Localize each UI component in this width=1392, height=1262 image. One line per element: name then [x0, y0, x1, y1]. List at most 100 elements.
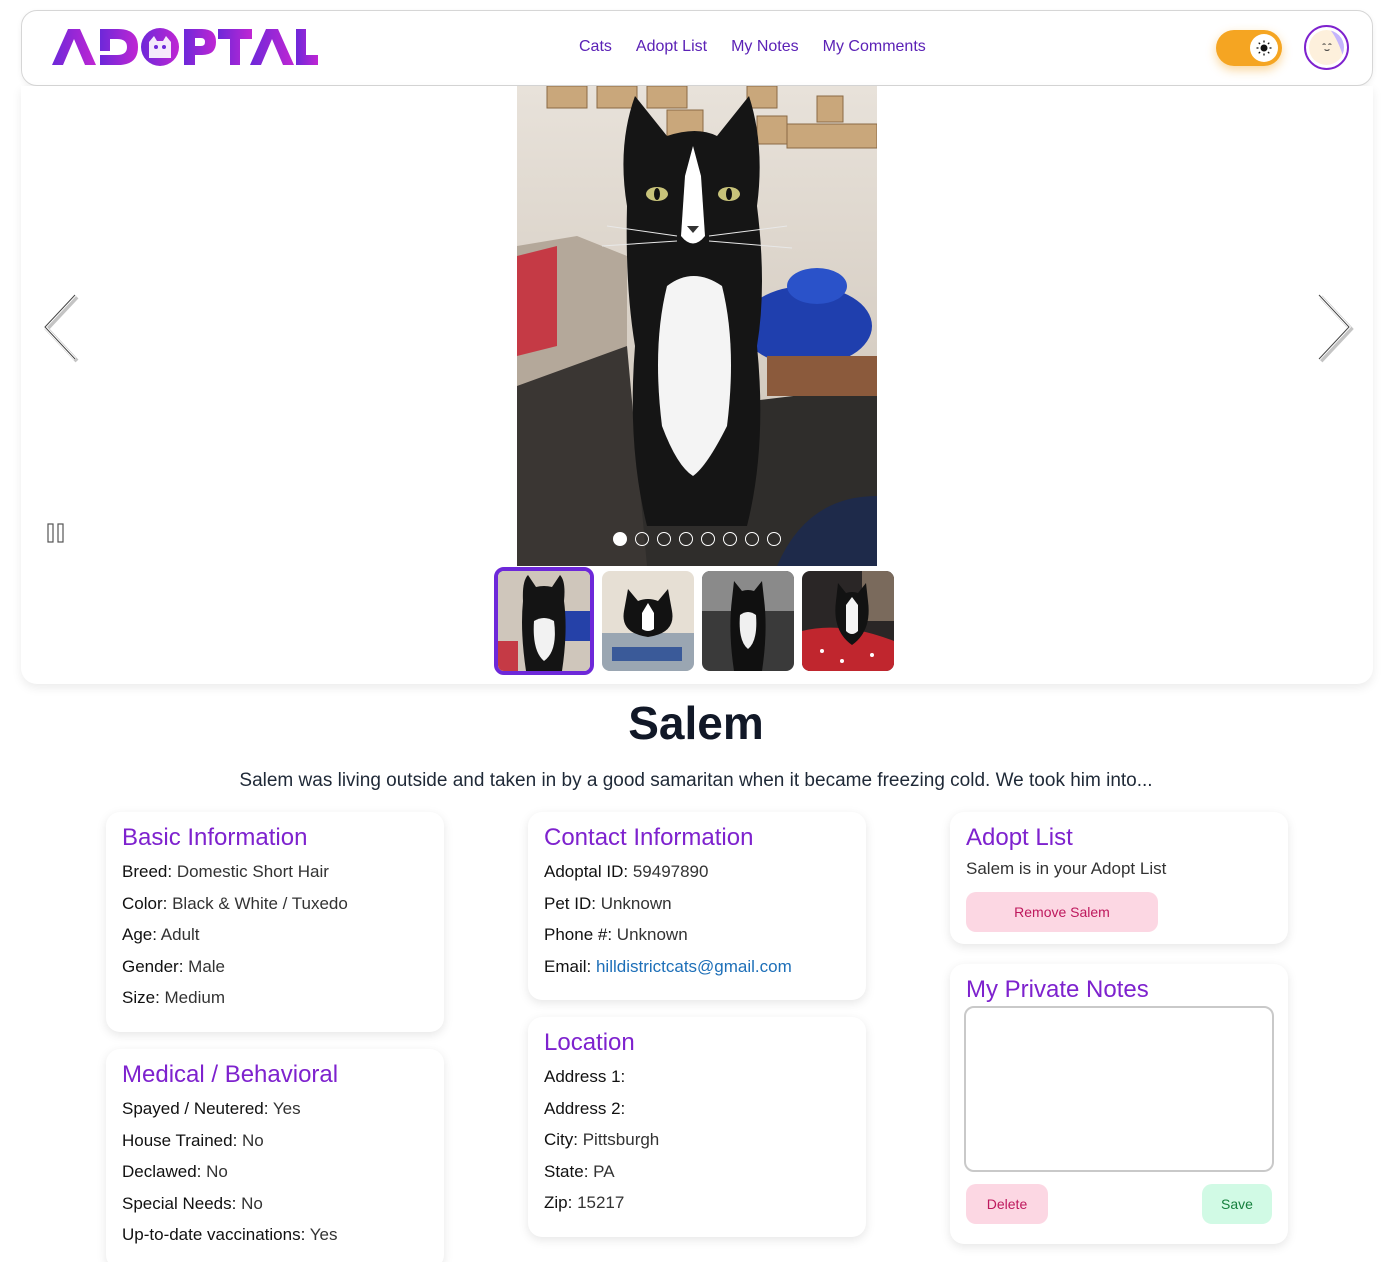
delete-notes-button[interactable]: Delete [966, 1184, 1048, 1224]
row-label: Address 2: [544, 1098, 626, 1118]
info-row-breed: Breed: Domestic Short Hair [122, 856, 428, 888]
carousel-prev-button[interactable] [39, 291, 83, 363]
thumbnail-4[interactable] [802, 571, 894, 671]
card-title: My Private Notes [966, 976, 1149, 1003]
thumbnail-3[interactable] [702, 571, 794, 671]
row-label: House Trained: [122, 1130, 238, 1150]
thumbnail-1[interactable] [494, 567, 594, 675]
sun-icon [1256, 40, 1272, 56]
row-label: Color: [122, 893, 168, 913]
adoptal-logo[interactable] [50, 25, 320, 71]
row-label: Adoptal ID: [544, 862, 629, 881]
row-value: Black & White / Tuxedo [167, 893, 348, 913]
row-label: Email: [544, 956, 592, 976]
carousel-dot[interactable] [723, 532, 737, 546]
carousel-dot[interactable] [679, 532, 693, 546]
info-row-special-needs: Special Needs: No [122, 1188, 428, 1220]
carousel-dot[interactable] [767, 532, 781, 546]
chevron-right-icon [1317, 293, 1354, 363]
row-value: No [201, 1162, 228, 1181]
chevron-left-icon [42, 293, 79, 363]
row-value: Unknown [612, 925, 688, 944]
row-value: 59497890 [628, 862, 709, 881]
pet-description: Salem was living outside and taken in by… [239, 770, 1153, 791]
pet-name: Salem [628, 697, 764, 749]
basic-info-card: Basic Information Breed: Domestic Short … [106, 812, 444, 1032]
row-value: Adult [156, 925, 200, 944]
row-label: Spayed / Neutered: [122, 1099, 269, 1118]
info-row-phone: Phone #: Unknown [544, 919, 850, 951]
thumbnail-strip [494, 567, 894, 675]
info-row-spayed: Spayed / Neutered: Yes [122, 1093, 428, 1125]
row-label: Age: [122, 925, 157, 944]
adopt-list-card: Adopt List Salem is in your Adopt List R… [950, 812, 1288, 944]
info-row-address-1: Address 1: [544, 1061, 850, 1093]
carousel-next-button[interactable] [1311, 291, 1355, 363]
row-label: Address 1: [544, 1067, 626, 1086]
row-value: Medium [159, 988, 225, 1007]
theme-toggle[interactable] [1216, 30, 1282, 66]
row-label: Pet ID: [544, 893, 596, 913]
remove-from-adopt-list-button[interactable]: Remove Salem [966, 892, 1158, 932]
adopt-list-status: Salem is in your Adopt List [966, 859, 1167, 878]
row-label: Special Needs: [122, 1193, 237, 1213]
row-value: Domestic Short Hair [172, 862, 329, 881]
info-row-pet-id: Pet ID: Unknown [544, 888, 850, 920]
info-row-zip: Zip: 15217 [544, 1187, 850, 1219]
info-row-vaccinations: Up-to-date vaccinations: Yes [122, 1219, 428, 1251]
info-row-size: Size: Medium [122, 982, 428, 1014]
row-label: Up-to-date vaccinations: [122, 1225, 306, 1244]
main-nav: Cats Adopt List My Notes My Comments [579, 38, 926, 56]
row-label: Zip: [544, 1193, 573, 1212]
row-label: Breed: [122, 862, 173, 881]
info-row-email: Email: hilldistrictcats@gmail.com [544, 951, 850, 983]
carousel-pause-button[interactable] [45, 522, 67, 544]
private-notes-card: My Private Notes Delete Save [950, 964, 1288, 1244]
info-row-gender: Gender: Male [122, 951, 428, 983]
row-value: Male [183, 956, 226, 976]
card-title: Basic Information [122, 824, 308, 851]
row-value: Unknown [595, 893, 672, 913]
info-row-color: Color: Black & White / Tuxedo [122, 888, 428, 920]
row-value: Pittsburgh [578, 1130, 660, 1149]
row-value: No [236, 1193, 263, 1213]
info-row-address-2: Address 2: [544, 1093, 850, 1125]
row-label: Phone #: [544, 925, 613, 944]
main-cat-photo [517, 86, 877, 566]
email-link[interactable]: hilldistrictcats@gmail.com [596, 957, 792, 976]
private-notes-textarea[interactable] [964, 1006, 1274, 1172]
avatar-face-icon [1309, 30, 1344, 65]
info-row-house-trained: House Trained: No [122, 1125, 428, 1157]
card-title: Location [544, 1029, 635, 1056]
location-card: Location Address 1: Address 2: City: Pit… [528, 1017, 866, 1237]
row-label: State: [544, 1161, 589, 1181]
nav-link-cats[interactable]: Cats [579, 38, 612, 56]
carousel-dot[interactable] [701, 532, 715, 546]
toggle-knob [1250, 34, 1278, 62]
row-value: No [237, 1130, 264, 1150]
photo-carousel [21, 86, 1373, 684]
carousel-dot[interactable] [745, 532, 759, 546]
row-value: PA [588, 1161, 615, 1181]
nav-link-adopt-list[interactable]: Adopt List [636, 38, 707, 56]
save-notes-button[interactable]: Save [1202, 1184, 1272, 1224]
card-title: Contact Information [544, 824, 754, 851]
row-label: City: [544, 1130, 578, 1149]
thumbnail-2[interactable] [602, 571, 694, 671]
row-label: Declawed: [122, 1162, 202, 1181]
row-value: Yes [268, 1099, 301, 1118]
user-avatar[interactable] [1304, 25, 1349, 70]
nav-link-my-notes[interactable]: My Notes [731, 38, 799, 56]
info-row-declawed: Declawed: No [122, 1156, 428, 1188]
card-title: Adopt List [966, 824, 1073, 851]
info-row-state: State: PA [544, 1156, 850, 1188]
row-value: Yes [305, 1225, 338, 1244]
top-navbar: Cats Adopt List My Notes My Comments [21, 10, 1373, 86]
nav-link-my-comments[interactable]: My Comments [823, 38, 926, 56]
carousel-dot[interactable] [657, 532, 671, 546]
carousel-dot[interactable] [635, 532, 649, 546]
info-row-city: City: Pittsburgh [544, 1124, 850, 1156]
row-label: Size: [122, 988, 160, 1007]
carousel-dot[interactable] [613, 532, 627, 546]
card-title: Medical / Behavioral [122, 1061, 339, 1088]
